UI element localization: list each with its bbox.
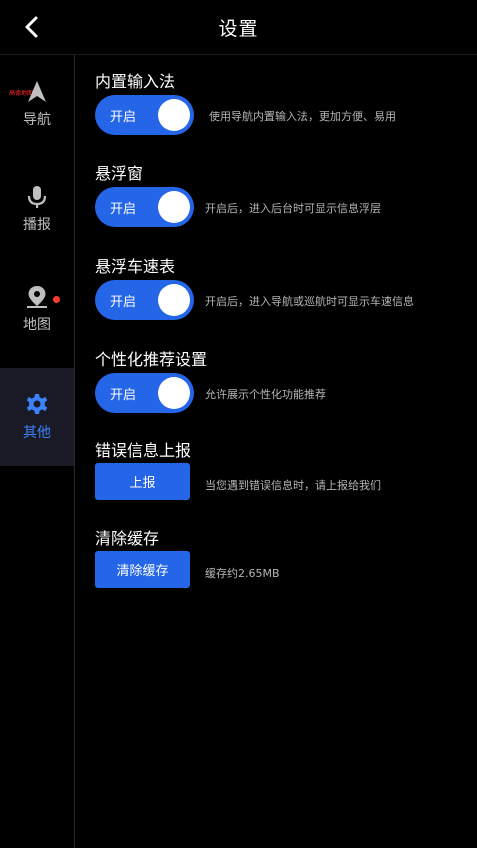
toggle-knob	[158, 99, 190, 131]
setting-title: 个性化推荐设置	[95, 350, 208, 369]
navigation-arrow-icon	[28, 81, 46, 102]
setting-description: 缓存约2.65MB	[205, 567, 280, 580]
sidebar-item-label: 导航	[23, 112, 51, 128]
floating-window-toggle[interactable]: 开启	[95, 187, 194, 227]
sidebar-item-label: 其他	[23, 425, 51, 441]
notification-dot	[53, 296, 60, 303]
toggle-knob	[158, 377, 190, 409]
report-button[interactable]: 上报	[95, 463, 190, 500]
sidebar-item-map[interactable]: 地图	[0, 260, 74, 358]
microphone-icon	[27, 186, 47, 208]
sidebar: 高德地图 导航 播报 地图 其他	[0, 55, 75, 848]
speedometer-toggle[interactable]: 开启	[95, 280, 194, 320]
setting-description: 当您遇到错误信息时，请上报给我们	[205, 479, 381, 492]
setting-title: 悬浮车速表	[95, 257, 176, 276]
toggle-label: 开启	[110, 202, 137, 217]
builtin-input-toggle[interactable]: 开启	[95, 95, 194, 135]
map-pin-icon	[27, 286, 47, 308]
sidebar-item-label: 播报	[23, 217, 51, 233]
header-bar: 设置	[0, 0, 477, 55]
clear-cache-button[interactable]: 清除缓存	[95, 551, 190, 588]
sidebar-item-navigation[interactable]: 导航	[0, 55, 74, 153]
setting-description: 允许展示个性化功能推荐	[205, 388, 326, 401]
setting-description: 开启后，进入导航或巡航时可显示车速信息	[205, 295, 414, 308]
sidebar-item-label: 地图	[23, 317, 51, 333]
toggle-knob	[158, 191, 190, 223]
toggle-label: 开启	[110, 110, 137, 125]
setting-title: 悬浮窗	[95, 164, 144, 183]
setting-title: 清除缓存	[95, 529, 160, 548]
setting-title: 错误信息上报	[95, 441, 192, 460]
setting-description: 开启后，进入后台时可显示信息浮层	[205, 202, 381, 215]
personalized-toggle[interactable]: 开启	[95, 373, 194, 413]
toggle-label: 开启	[110, 295, 137, 310]
toggle-knob	[158, 284, 190, 316]
setting-description: 使用导航内置输入法，更加方便、易用	[209, 110, 396, 123]
sidebar-item-others[interactable]: 其他	[0, 368, 74, 466]
toggle-label: 开启	[110, 388, 137, 403]
setting-title: 内置输入法	[95, 72, 176, 91]
page-title: 设置	[218, 18, 259, 40]
sidebar-item-broadcast[interactable]: 播报	[0, 160, 74, 258]
gear-icon	[26, 394, 48, 414]
